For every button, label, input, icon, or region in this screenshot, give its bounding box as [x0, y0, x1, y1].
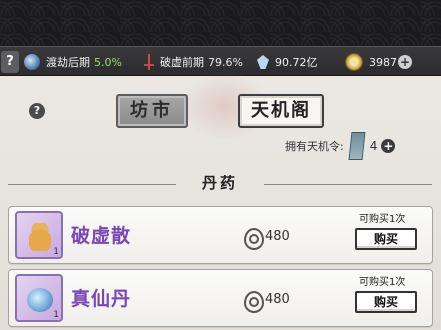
breakthrough-label: 破虚前期	[160, 56, 204, 69]
shop-item-card: 1 真仙丹 480 可购买1次 购买	[8, 269, 433, 327]
currency-amount: 3987	[369, 55, 397, 69]
immortal-pill-icon[interactable]: 1	[15, 274, 63, 322]
divider-left	[8, 184, 176, 185]
item-name: 破虚散	[71, 225, 132, 247]
buy-button[interactable]: 购买	[355, 228, 417, 250]
purchase-limit: 可购买1次	[359, 277, 406, 288]
item-price: 480	[243, 223, 290, 250]
token-label: 拥有天机令:	[285, 140, 344, 153]
item-name: 真仙丹	[71, 288, 132, 310]
add-currency-button[interactable]: +	[398, 55, 412, 69]
divider-right	[264, 184, 432, 185]
item-count: 1	[53, 310, 59, 320]
spirit-stone-icon	[257, 55, 269, 69]
spirit-stone-amount: 90.72亿	[275, 56, 318, 69]
shop-panel: ? 坊市 天机阁 拥有天机令: 4 + 丹药 1 破虚散 480 可购买1次 购…	[0, 71, 441, 330]
price-value: 480	[265, 291, 290, 307]
shop-help-icon[interactable]: ?	[29, 103, 45, 119]
help-button[interactable]: ?	[1, 51, 19, 73]
jade-currency-icon	[243, 224, 264, 250]
item-count: 1	[53, 247, 59, 257]
shop-item-card: 1 破虚散 480 可购买1次 购买	[8, 206, 433, 264]
section-title: 丹药	[201, 174, 238, 192]
realm-percent: 5.0%	[94, 55, 122, 69]
tianji-token-icon	[348, 132, 366, 160]
item-price: 480	[243, 286, 290, 313]
buy-button[interactable]: 购买	[355, 291, 417, 313]
gourd-pill-icon[interactable]: 1	[15, 211, 63, 259]
top-decor-band	[0, 0, 441, 48]
sword-icon	[144, 54, 154, 70]
currency-stat: 3987	[345, 47, 397, 77]
realm-orb-icon	[24, 54, 40, 70]
coin-icon	[345, 53, 363, 71]
price-value: 480	[265, 228, 290, 244]
tab-tianji-pavilion[interactable]: 天机阁	[238, 94, 324, 128]
token-count: 4	[369, 139, 378, 153]
jade-currency-icon	[243, 287, 264, 313]
tab-market[interactable]: 坊市	[116, 94, 188, 128]
add-token-button[interactable]: +	[381, 139, 396, 153]
breakthrough-percent: 79.6%	[208, 55, 243, 69]
purchase-limit: 可购买1次	[359, 214, 406, 225]
token-row: 拥有天机令: 4 +	[285, 132, 396, 160]
realm-label: 渡劫后期	[46, 56, 90, 69]
realm-stat: 渡劫后期 5.0%	[24, 47, 122, 77]
